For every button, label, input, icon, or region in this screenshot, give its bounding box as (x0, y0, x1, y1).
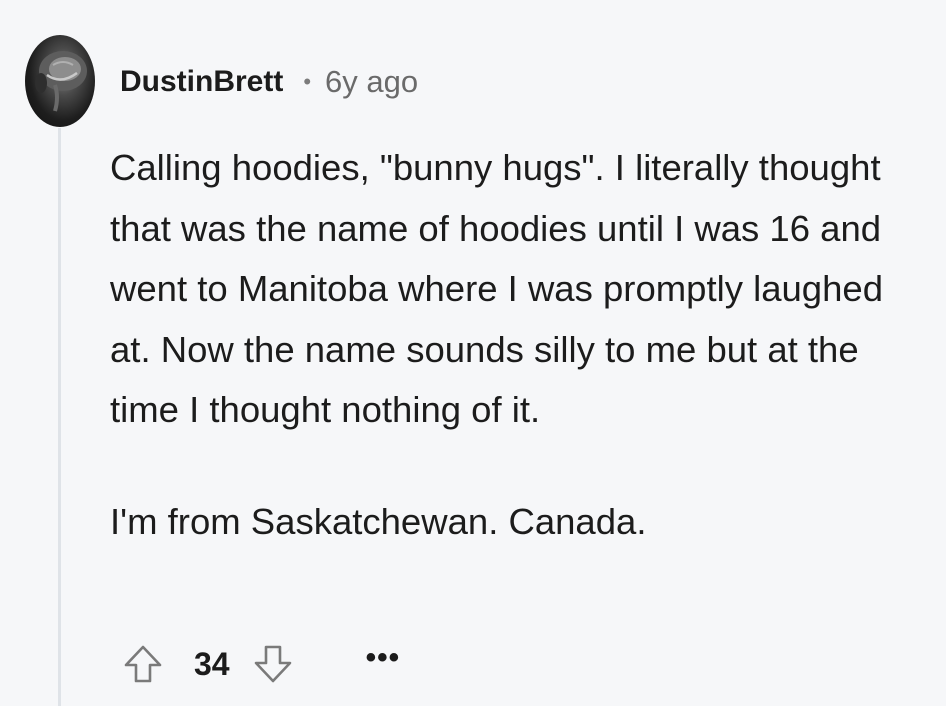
comment: DustinBrett • 6y ago Calling hoodies, "b… (0, 0, 946, 706)
timestamp[interactable]: 6y ago (325, 64, 418, 100)
comment-actions: 34 ••• (120, 636, 400, 692)
downvote-button[interactable] (250, 641, 296, 687)
comment-header: DustinBrett • 6y ago (120, 60, 418, 104)
arrow-down-icon (254, 645, 291, 683)
comment-body: Calling hoodies, "bunny hugs". I literal… (110, 138, 910, 552)
more-options-button[interactable]: ••• (366, 643, 401, 685)
comment-paragraph: Calling hoodies, "bunny hugs". I literal… (110, 147, 884, 430)
arrow-up-icon (124, 645, 162, 683)
avatar[interactable] (25, 35, 95, 127)
thread-line[interactable] (58, 128, 61, 706)
vote-score: 34 (194, 645, 230, 682)
upvote-button[interactable] (120, 641, 166, 687)
comment-paragraph: I'm from Saskatchewan. Canada. (110, 500, 647, 542)
meta-separator: • (303, 69, 312, 94)
avatar-image (35, 51, 87, 112)
username-link[interactable]: DustinBrett (120, 65, 283, 99)
